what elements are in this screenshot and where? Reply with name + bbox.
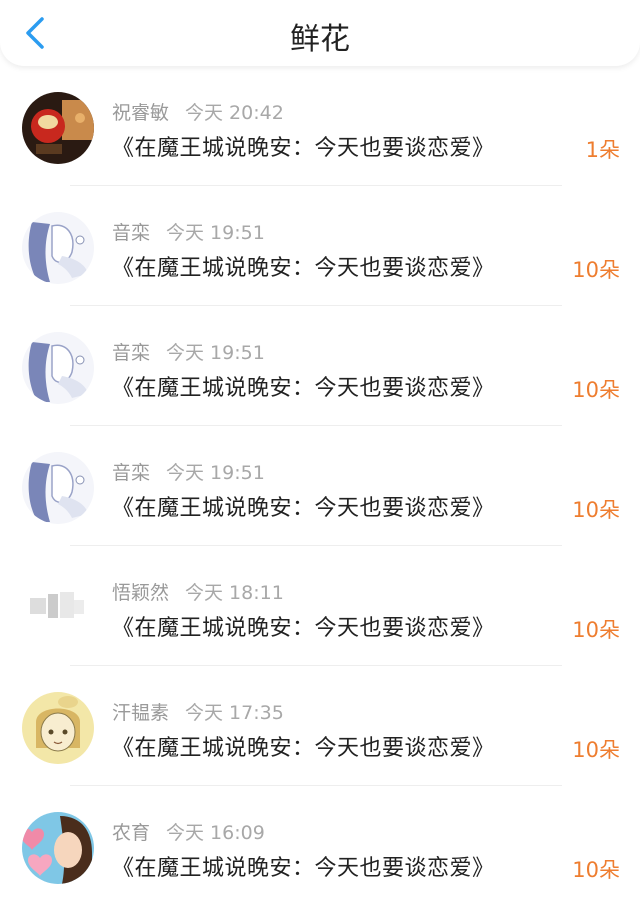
sender-meta: 汗韫素 今天 17:35 — [112, 698, 284, 725]
book-title[interactable]: 《在魔王城说晚安：今天也要谈恋爱》 — [112, 610, 495, 642]
avatar[interactable] — [22, 452, 94, 524]
avatar[interactable] — [22, 212, 94, 284]
avatar[interactable] — [22, 332, 94, 404]
sender-name: 悟颖然 — [112, 582, 170, 604]
sender-name: 音栾 — [112, 462, 151, 484]
sender-name: 农育 — [112, 822, 151, 844]
timestamp: 今天 19:51 — [166, 462, 265, 484]
top-bar: 鲜花 — [0, 0, 640, 66]
flower-count: 10朵 — [572, 858, 620, 882]
sender-meta: 祝睿敏 今天 20:42 — [112, 98, 284, 125]
sender-name: 音栾 — [112, 342, 151, 364]
sender-name: 祝睿敏 — [112, 102, 170, 124]
flower-count: 10朵 — [572, 738, 620, 762]
timestamp: 今天 19:51 — [166, 342, 265, 364]
sender-meta: 音栾 今天 19:51 — [112, 338, 265, 365]
list-item[interactable]: 音栾 今天 19:51 《在魔王城说晚安：今天也要谈恋爱》 10朵 — [0, 306, 640, 426]
book-title[interactable]: 《在魔王城说晚安：今天也要谈恋爱》 — [112, 730, 495, 762]
book-title[interactable]: 《在魔王城说晚安：今天也要谈恋爱》 — [112, 130, 495, 162]
flower-count: 10朵 — [572, 618, 620, 642]
list-item[interactable]: 汗韫素 今天 17:35 《在魔王城说晚安：今天也要谈恋爱》 10朵 — [0, 666, 640, 786]
avatar[interactable] — [22, 692, 94, 764]
book-title[interactable]: 《在魔王城说晚安：今天也要谈恋爱》 — [112, 850, 495, 882]
flower-count: 1朵 — [585, 138, 620, 162]
avatar[interactable] — [22, 92, 94, 164]
list-item[interactable]: 悟颖然 今天 18:11 《在魔王城说晚安：今天也要谈恋爱》 10朵 — [0, 546, 640, 666]
timestamp: 今天 17:35 — [185, 702, 284, 724]
sender-meta: 音栾 今天 19:51 — [112, 218, 265, 245]
list-item[interactable]: 祝睿敏 今天 20:42 《在魔王城说晚安：今天也要谈恋爱》 1朵 — [0, 66, 640, 186]
book-title[interactable]: 《在魔王城说晚安：今天也要谈恋爱》 — [112, 250, 495, 282]
timestamp: 今天 19:51 — [166, 222, 265, 244]
avatar[interactable] — [22, 812, 94, 884]
avatar[interactable] — [22, 572, 94, 644]
list-item[interactable]: 音栾 今天 19:51 《在魔王城说晚安：今天也要谈恋爱》 10朵 — [0, 426, 640, 546]
flower-list: 祝睿敏 今天 20:42 《在魔王城说晚安：今天也要谈恋爱》 1朵 音栾 今天 19… — [0, 66, 640, 906]
sender-name: 汗韫素 — [112, 702, 170, 724]
book-title[interactable]: 《在魔王城说晚安：今天也要谈恋爱》 — [112, 490, 495, 522]
timestamp: 今天 16:09 — [166, 822, 265, 844]
timestamp: 今天 18:11 — [185, 582, 284, 604]
sender-meta: 农育 今天 16:09 — [112, 818, 265, 845]
list-item[interactable]: 音栾 今天 19:51 《在魔王城说晚安：今天也要谈恋爱》 10朵 — [0, 186, 640, 306]
book-title[interactable]: 《在魔王城说晚安：今天也要谈恋爱》 — [112, 370, 495, 402]
flower-count: 10朵 — [572, 378, 620, 402]
flower-count: 10朵 — [572, 258, 620, 282]
page-title: 鲜花 — [290, 22, 350, 57]
timestamp: 今天 20:42 — [185, 102, 284, 124]
sender-meta: 音栾 今天 19:51 — [112, 458, 265, 485]
list-item[interactable]: 农育 今天 16:09 《在魔王城说晚安：今天也要谈恋爱》 10朵 — [0, 786, 640, 906]
flower-count: 10朵 — [572, 498, 620, 522]
sender-meta: 悟颖然 今天 18:11 — [112, 578, 284, 605]
sender-name: 音栾 — [112, 222, 151, 244]
